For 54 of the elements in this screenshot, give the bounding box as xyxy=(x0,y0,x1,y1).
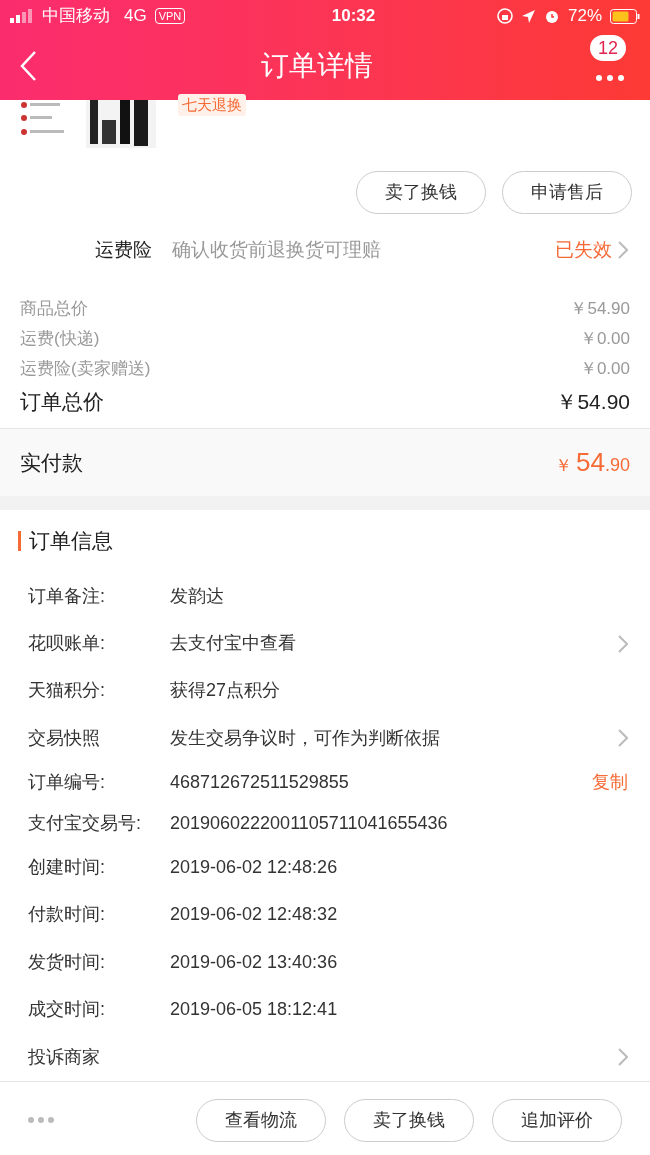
info-value: 2019-06-02 12:48:32 xyxy=(170,903,339,926)
chevron-icon xyxy=(618,1048,628,1066)
carrier-text: 中国移动 xyxy=(42,5,110,28)
page-title: 订单详情 xyxy=(260,49,374,83)
info-label: 订单备注: xyxy=(28,584,106,608)
total-value: ￥54.90 xyxy=(556,389,630,416)
price-value: ￥54.90 xyxy=(570,298,630,321)
total-label: 订单总价 xyxy=(20,389,104,416)
network-text: 4G xyxy=(124,5,147,28)
info-label: 支付宝交易号: xyxy=(28,811,142,835)
paid-label: 实付款 xyxy=(20,449,83,476)
location-icon xyxy=(520,8,536,24)
insurance-description: 确认收货前退换货可理赔 xyxy=(172,237,382,262)
info-label: 订单编号: xyxy=(28,771,106,794)
battery-icon xyxy=(610,8,640,24)
info-value: 发生交易争议时，可作为判断依据 xyxy=(170,726,441,750)
info-value: 获得27点积分 xyxy=(170,679,282,702)
info-value: 发韵达 xyxy=(170,584,225,608)
section-title: 订单信息 xyxy=(29,528,113,555)
info-label: 成交时间: xyxy=(28,998,106,1021)
title-accent-bar xyxy=(18,531,21,551)
chevron-icon xyxy=(618,729,628,747)
paid-amount: ￥54.90 xyxy=(555,446,630,479)
info-value: 2019-06-02 12:48:26 xyxy=(170,855,339,879)
info-value: 2019-06-05 18:12:41 xyxy=(170,998,339,1021)
info-value: 2019-06-02 13:40:36 xyxy=(170,950,339,974)
price-label: 商品总价 xyxy=(20,298,88,321)
info-label: 投诉商家 xyxy=(28,1045,101,1069)
chevron-icon xyxy=(618,634,628,653)
battery-text: 72% xyxy=(567,5,602,28)
price-value: ￥0.00 xyxy=(579,358,630,381)
notification-badge: 12 xyxy=(590,35,627,61)
info-label: 付款时间: xyxy=(28,903,106,926)
info-label: 天猫积分: xyxy=(28,679,106,702)
insurance-label: 运费险 xyxy=(95,237,152,262)
price-label: 运费(快递) xyxy=(20,328,100,351)
info-label: 花呗账单: xyxy=(28,632,106,655)
info-label: 发货时间: xyxy=(28,950,106,974)
more-button[interactable] xyxy=(595,73,625,83)
vpn-badge: VPN xyxy=(154,8,186,24)
info-label: 创建时间: xyxy=(28,855,106,879)
return-policy-tag: 七天退换 xyxy=(178,94,246,116)
alarm-icon xyxy=(543,8,560,24)
price-label: 运费险(卖家赠送) xyxy=(20,358,151,381)
more-icon[interactable] xyxy=(28,1117,54,1123)
chevron-icon xyxy=(618,241,628,259)
rotation-lock-icon xyxy=(496,8,513,24)
signal-icon xyxy=(10,9,34,23)
status-time: 10:32 xyxy=(330,5,377,28)
price-value: ￥0.00 xyxy=(579,328,630,351)
info-value: 去支付宝中查看 xyxy=(170,632,297,655)
info-value: 468712672511529855 xyxy=(170,771,350,794)
info-value: 2019060222001105711041655436 xyxy=(170,811,449,835)
info-label: 交易快照 xyxy=(28,726,101,750)
